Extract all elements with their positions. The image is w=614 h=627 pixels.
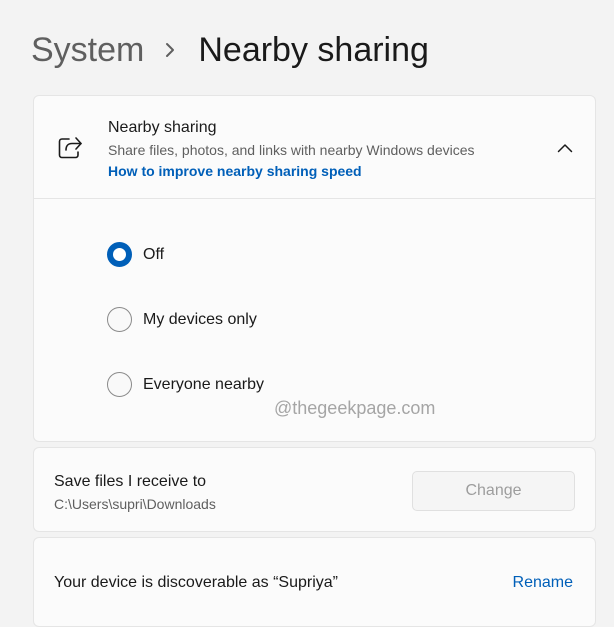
radio-button-checked[interactable] xyxy=(107,242,132,267)
improve-speed-link[interactable]: How to improve nearby sharing speed xyxy=(108,162,475,180)
breadcrumb-parent-system[interactable]: System xyxy=(31,31,144,70)
share-icon xyxy=(57,134,83,160)
watermark: @thegeekpage.com xyxy=(274,398,436,418)
chevron-right-icon xyxy=(164,42,176,58)
radio-option-my-devices-only[interactable]: My devices only xyxy=(107,307,257,332)
nearby-sharing-description: Share files, photos, and links with near… xyxy=(108,142,475,158)
radio-label: Everyone nearby xyxy=(143,375,264,393)
radio-label: Off xyxy=(143,245,165,263)
chevron-up-icon[interactable] xyxy=(553,136,577,160)
radio-option-off[interactable]: Off xyxy=(107,242,164,267)
save-files-path: C:\Users\supri\Downloads xyxy=(54,496,216,512)
radio-button[interactable] xyxy=(107,372,132,397)
nearby-sharing-card: Nearby sharing Share files, photos, and … xyxy=(33,95,596,442)
breadcrumb: System Nearby sharing xyxy=(31,28,429,72)
device-name-card: Your device is discoverable as “Supriya”… xyxy=(33,537,596,627)
nearby-sharing-title: Nearby sharing xyxy=(108,119,217,136)
radio-option-everyone-nearby[interactable]: Everyone nearby xyxy=(107,372,264,397)
radio-button[interactable] xyxy=(107,307,132,332)
nearby-sharing-header[interactable]: Nearby sharing Share files, photos, and … xyxy=(34,96,595,199)
save-files-title: Save files I receive to xyxy=(54,473,207,490)
device-discoverable-text: Your device is discoverable as “Supriya” xyxy=(54,574,338,591)
page-title: Nearby sharing xyxy=(198,30,429,69)
change-button[interactable]: Change xyxy=(412,471,575,511)
radio-label: My devices only xyxy=(143,310,257,328)
rename-link[interactable]: Rename xyxy=(513,574,573,592)
save-files-card: Save files I receive to C:\Users\supri\D… xyxy=(33,447,596,532)
